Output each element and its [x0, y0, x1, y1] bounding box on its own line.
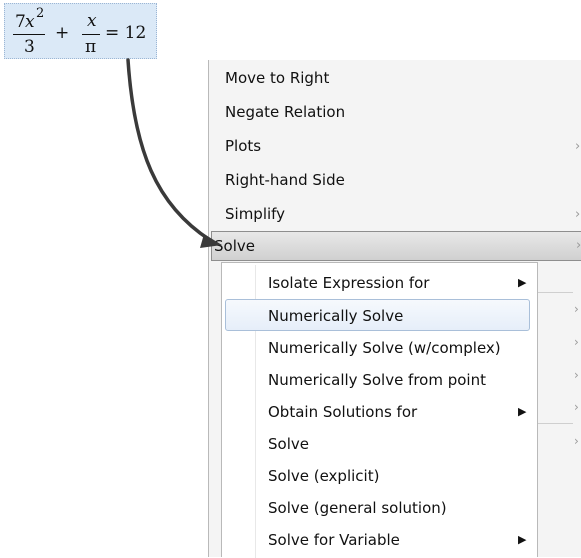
- equation-exponent: 2: [36, 6, 45, 21]
- menu-item-plots[interactable]: Plots ›: [209, 130, 581, 163]
- submenu-item-numerically-solve-complex[interactable]: Numerically Solve (w/complex): [222, 332, 537, 364]
- menu-item-simplify[interactable]: Simplify ›: [209, 198, 581, 231]
- submenu-arrow-icon: ›: [575, 139, 581, 154]
- submenu-item-label: Solve (explicit): [268, 467, 380, 485]
- equation-denominator-right: π: [85, 37, 97, 57]
- menu-item-label: Solve: [214, 237, 255, 255]
- menu-item-solve[interactable]: Solve ›: [211, 231, 581, 261]
- equation-numerator-variable: x: [25, 12, 35, 32]
- submenu-arrow-icon: ›: [576, 238, 581, 253]
- submenu-item-numerically-solve[interactable]: Numerically Solve: [225, 299, 530, 331]
- submenu-item-numerically-solve-from-point[interactable]: Numerically Solve from point: [222, 364, 537, 396]
- submenu-arrow-icon: ›: [574, 368, 579, 382]
- submenu-arrow-icon: ›: [574, 335, 579, 349]
- submenu-arrow-icon: ›: [574, 400, 579, 414]
- submenu-item-label: Numerically Solve: [268, 307, 404, 325]
- submenu-item-solve[interactable]: Solve: [222, 428, 537, 460]
- submenu-arrow-icon: ›: [574, 302, 579, 316]
- menu-item-right-hand-side[interactable]: Right-hand Side: [209, 164, 581, 197]
- submenu-item-label: Numerically Solve from point: [268, 371, 486, 389]
- submenu-item-solve-explicit[interactable]: Solve (explicit): [222, 460, 537, 492]
- menu-item-negate-relation[interactable]: Negate Relation: [209, 96, 581, 129]
- submenu-arrow-icon: ▶: [518, 276, 527, 289]
- submenu-item-solve-general-solution[interactable]: Solve (general solution): [222, 492, 537, 524]
- menu-separator: [537, 423, 573, 424]
- submenu-item-label: Isolate Expression for: [268, 274, 430, 292]
- equation-equals-value: = 12: [105, 23, 147, 43]
- fraction-bar-left: [13, 34, 45, 35]
- solve-submenu: Isolate Expression for ▶ Numerically Sol…: [221, 262, 538, 558]
- submenu-item-label: Numerically Solve (w/complex): [268, 339, 501, 357]
- equation-plus: +: [55, 23, 70, 43]
- submenu-item-isolate-expression-for[interactable]: Isolate Expression for ▶: [222, 267, 537, 299]
- submenu-arrow-icon: ›: [574, 434, 579, 448]
- submenu-arrow-icon: ▶: [518, 533, 527, 546]
- submenu-item-label: Solve for Variable: [268, 531, 400, 549]
- equation-denominator-left: 3: [24, 37, 35, 57]
- submenu-item-obtain-solutions-for[interactable]: Obtain Solutions for ▶: [222, 396, 537, 428]
- submenu-arrow-icon: ›: [575, 207, 581, 222]
- menu-separator: [537, 292, 573, 293]
- equation-numerator-right: x: [87, 11, 97, 31]
- menu-item-label: Move to Right: [225, 69, 330, 87]
- fraction-bar-right: [82, 34, 100, 35]
- menu-item-label: Negate Relation: [225, 103, 346, 121]
- menu-item-move-to-right[interactable]: Move to Right: [209, 62, 581, 95]
- submenu-arrow-icon: ▶: [518, 405, 527, 418]
- equation-selection[interactable]: 7 x 2 3 + x π = 12: [4, 3, 157, 59]
- submenu-item-label: Solve: [268, 435, 309, 453]
- menu-item-label: Right-hand Side: [225, 171, 345, 189]
- submenu-item-solve-for-variable[interactable]: Solve for Variable ▶: [222, 524, 537, 556]
- menu-item-label: Simplify: [225, 205, 286, 223]
- submenu-item-label: Obtain Solutions for: [268, 403, 418, 421]
- submenu-item-label: Solve (general solution): [268, 499, 447, 517]
- menu-item-label: Plots: [225, 137, 262, 155]
